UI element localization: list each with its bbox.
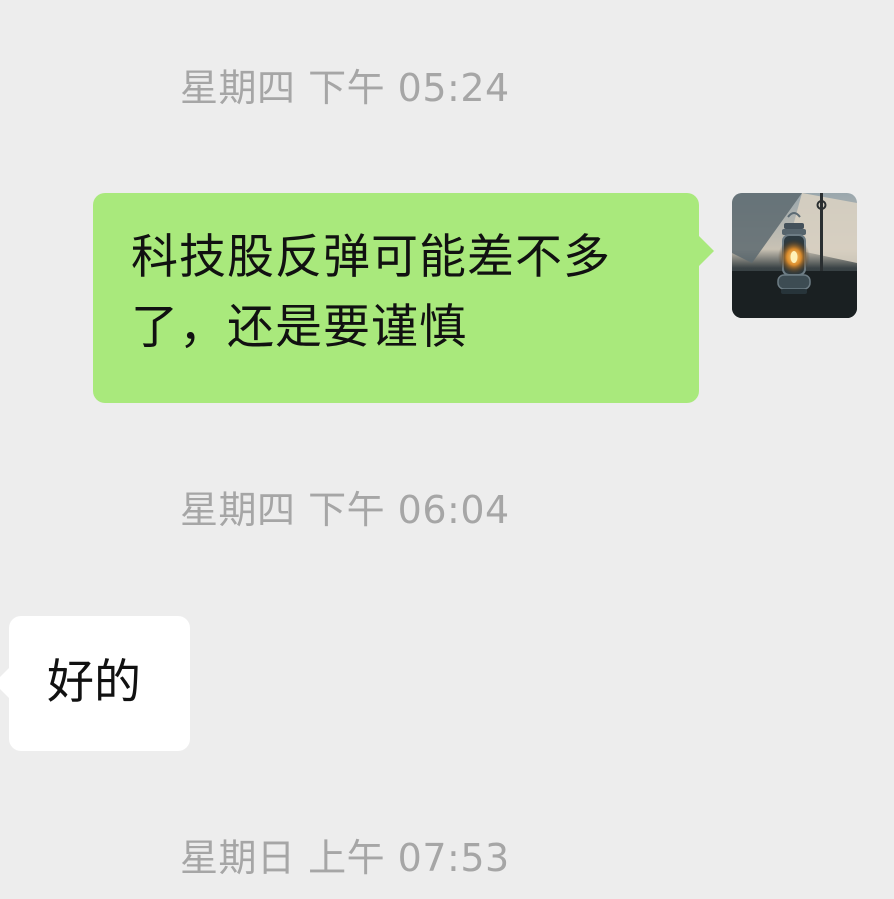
incoming-message-text: 好的 (47, 655, 141, 710)
lantern-avatar-icon[interactable] (732, 193, 857, 318)
message-timestamp: 星期日 上午 07:53 (180, 836, 510, 880)
outgoing-message-bubble[interactable]: 科技股反弹可能差不多了，还是要谨慎 (93, 193, 714, 403)
outgoing-message-text: 科技股反弹可能差不多了，还是要谨慎 (131, 230, 611, 355)
message-timestamp: 星期四 下午 05:24 (180, 66, 510, 110)
avatar-image (732, 193, 857, 318)
message-timestamp: 星期四 下午 06:04 (180, 488, 510, 532)
incoming-message-bubble[interactable]: 好的 (0, 616, 190, 751)
